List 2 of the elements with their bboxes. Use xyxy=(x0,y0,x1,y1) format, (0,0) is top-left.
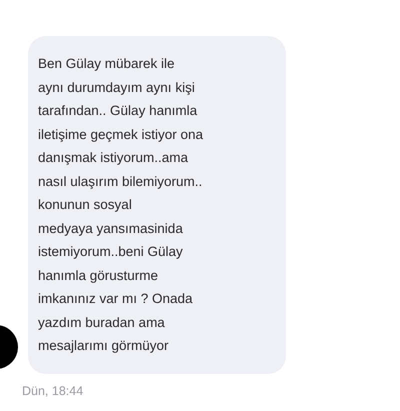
message-text: Ben Gülay mübarek ile aynı durumdayım aynı kişi tarafından.. Gülay hanımla iletişime geçmek istiyor ona danışmak istiyorum..ama nasıl ulaşırım bilemiyorum.. konunun sosyal medyaya yansımasinida istemiyorum..beni Gülay hanımla görusturme imkanınız var mı ? Onada yazdım buradan ama mesajlarımı görmüyor xyxy=(38,55,204,355)
message-time: Dün, 18:44 xyxy=(22,382,84,400)
